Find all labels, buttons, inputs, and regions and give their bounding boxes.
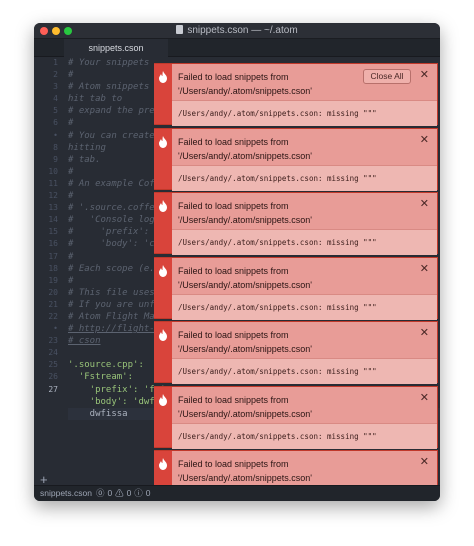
- error-stripe: [154, 128, 172, 189]
- atom-window: snippets.cson — ~/.atom snippets.cson 12…: [34, 23, 440, 501]
- line-number: 23: [48, 336, 58, 346]
- notification-message-line: Failed to load snippets from: [178, 394, 289, 405]
- line-number: •: [53, 130, 58, 140]
- tab-bar: snippets.cson: [34, 39, 440, 57]
- error-notification: Failed to load snippets from '/Users/andy…: [154, 127, 438, 191]
- flame-icon: [158, 393, 168, 406]
- notification-message-line: Failed to load snippets from: [178, 201, 289, 211]
- error-notification: Failed to load snippets from '/Users/andy…: [154, 63, 438, 126]
- line-number: 21: [48, 299, 58, 309]
- close-all-button[interactable]: Close All: [363, 69, 411, 84]
- error-notification: Failed to load snippets from '/Users/andy…: [154, 321, 438, 384]
- flame-icon: [158, 328, 168, 341]
- notification-message-line: Failed to load snippets from: [178, 330, 289, 340]
- notification-message-path: '/Users/andy/.atom/snippets.cson': [178, 473, 312, 483]
- flame-icon: [158, 135, 168, 148]
- line-number: 3: [53, 82, 58, 92]
- close-icon[interactable]: ✕: [420, 68, 429, 81]
- notification-message: Failed to load snippets from '/Users/andy…: [178, 328, 378, 356]
- notification-message-path: '/Users/andy/.atom/snippets.cson': [178, 150, 312, 161]
- error-stripe: [154, 386, 172, 447]
- status-file-name[interactable]: snippets.cson: [40, 486, 92, 501]
- line-number: 18: [48, 263, 58, 273]
- window-title: snippets.cson — ~/.atom: [34, 25, 440, 36]
- close-icon[interactable]: ✕: [420, 326, 429, 339]
- close-icon[interactable]: ✕: [420, 133, 429, 146]
- notification-message: Failed to load snippets from '/Users/andy…: [178, 199, 378, 227]
- notification-message-line: Failed to load snippets from: [178, 72, 289, 82]
- error-stripe: [154, 451, 172, 485]
- new-item-button[interactable]: +: [34, 472, 58, 487]
- line-number: 14: [48, 215, 58, 225]
- notification-message-path: '/Users/andy/.atom/snippets.cson': [178, 279, 312, 290]
- line-number: 24: [48, 348, 58, 358]
- line-number: 26: [48, 372, 58, 382]
- flame-icon: [158, 264, 168, 277]
- notification-stack: Failed to load snippets from '/Users/andy…: [154, 63, 440, 485]
- error-stripe: [154, 322, 172, 382]
- notification-message: Failed to load snippets from '/Users/andy…: [178, 264, 378, 292]
- error-notification: Failed to load snippets from '/Users/andy…: [154, 450, 438, 485]
- close-icon[interactable]: ✕: [420, 391, 429, 404]
- notification-detail: /Users/andy/.atom/snippets.cson: missing…: [172, 164, 437, 191]
- notification-detail: /Users/andy/.atom/snippets.cson: missing…: [172, 293, 437, 320]
- notification-message: Failed to load snippets from '/Users/andy…: [178, 70, 378, 98]
- notification-detail: /Users/andy/.atom/snippets.cson: missing…: [172, 358, 437, 384]
- line-number: 17: [48, 251, 58, 261]
- line-number: •: [53, 324, 58, 334]
- file-icon: [176, 25, 184, 34]
- flame-icon: [158, 199, 168, 212]
- error-notification: Failed to load snippets from '/Users/andy…: [154, 192, 438, 255]
- line-number: 10: [48, 166, 58, 176]
- line-number: 19: [48, 275, 58, 285]
- line-number: 13: [48, 203, 58, 213]
- status-problem-counts[interactable]: ⓪ 0 ⚠ 0 ⓘ 0: [96, 486, 151, 501]
- notification-message: Failed to load snippets from '/Users/andy…: [178, 393, 378, 421]
- line-number: 6: [53, 118, 58, 128]
- error-stripe: [154, 193, 172, 253]
- window-title-text: snippets.cson — ~/.atom: [187, 25, 298, 36]
- line-number: 15: [48, 227, 58, 237]
- line-number: 16: [48, 239, 58, 249]
- flame-icon: [158, 457, 168, 470]
- notification-message-line: Failed to load snippets from: [178, 265, 289, 276]
- tab-snippets-cson[interactable]: snippets.cson: [64, 39, 168, 57]
- error-stripe: [154, 64, 172, 124]
- title-bar: snippets.cson — ~/.atom: [34, 23, 440, 39]
- status-bar: snippets.cson ⓪ 0 ⚠ 0 ⓘ 0: [34, 485, 440, 501]
- line-number: 1: [53, 58, 58, 67]
- line-number: 11: [48, 178, 58, 188]
- error-notification: Failed to load snippets from '/Users/andy…: [154, 256, 438, 320]
- notification-message-line: Failed to load snippets from: [178, 459, 289, 469]
- line-number: 8: [53, 142, 58, 152]
- line-number: 22: [48, 311, 58, 321]
- error-notification: Failed to load snippets from '/Users/andy…: [154, 385, 438, 449]
- line-number-gutter: 1 2 3 4 5 6 • 8 9 10 11 12 13 14 15 16 17 18 19 20 21 22 • 23 24…: [34, 57, 62, 485]
- close-icon[interactable]: ✕: [420, 197, 429, 210]
- notification-detail: /Users/andy/.atom/snippets.cson: missing…: [172, 229, 437, 255]
- notification-message-line: Failed to load snippets from: [178, 136, 289, 147]
- notification-message-path: '/Users/andy/.atom/snippets.cson': [178, 408, 312, 419]
- line-number: 12: [48, 191, 58, 201]
- notification-detail: /Users/andy/.atom/snippets.cson: missing…: [172, 422, 437, 449]
- line-number: 20: [48, 287, 58, 297]
- close-icon[interactable]: ✕: [420, 455, 429, 468]
- line-number: 2: [53, 70, 58, 80]
- line-number: 4: [53, 94, 58, 104]
- line-number: 25: [48, 360, 58, 370]
- notification-message-path: '/Users/andy/.atom/snippets.cson': [178, 215, 312, 225]
- error-stripe: [154, 257, 172, 318]
- notification-message: Failed to load snippets from '/Users/andy…: [178, 457, 378, 485]
- notification-message-path: '/Users/andy/.atom/snippets.cson': [178, 344, 312, 354]
- close-icon[interactable]: ✕: [420, 262, 429, 275]
- line-number: 9: [53, 154, 58, 164]
- notification-detail: /Users/andy/.atom/snippets.cson: missing…: [172, 100, 437, 126]
- flame-icon: [158, 70, 168, 83]
- notification-message-path: '/Users/andy/.atom/snippets.cson': [178, 86, 312, 96]
- line-number: 27: [48, 384, 58, 394]
- line-number: 5: [53, 106, 58, 116]
- notification-message: Failed to load snippets from '/Users/andy…: [178, 135, 378, 163]
